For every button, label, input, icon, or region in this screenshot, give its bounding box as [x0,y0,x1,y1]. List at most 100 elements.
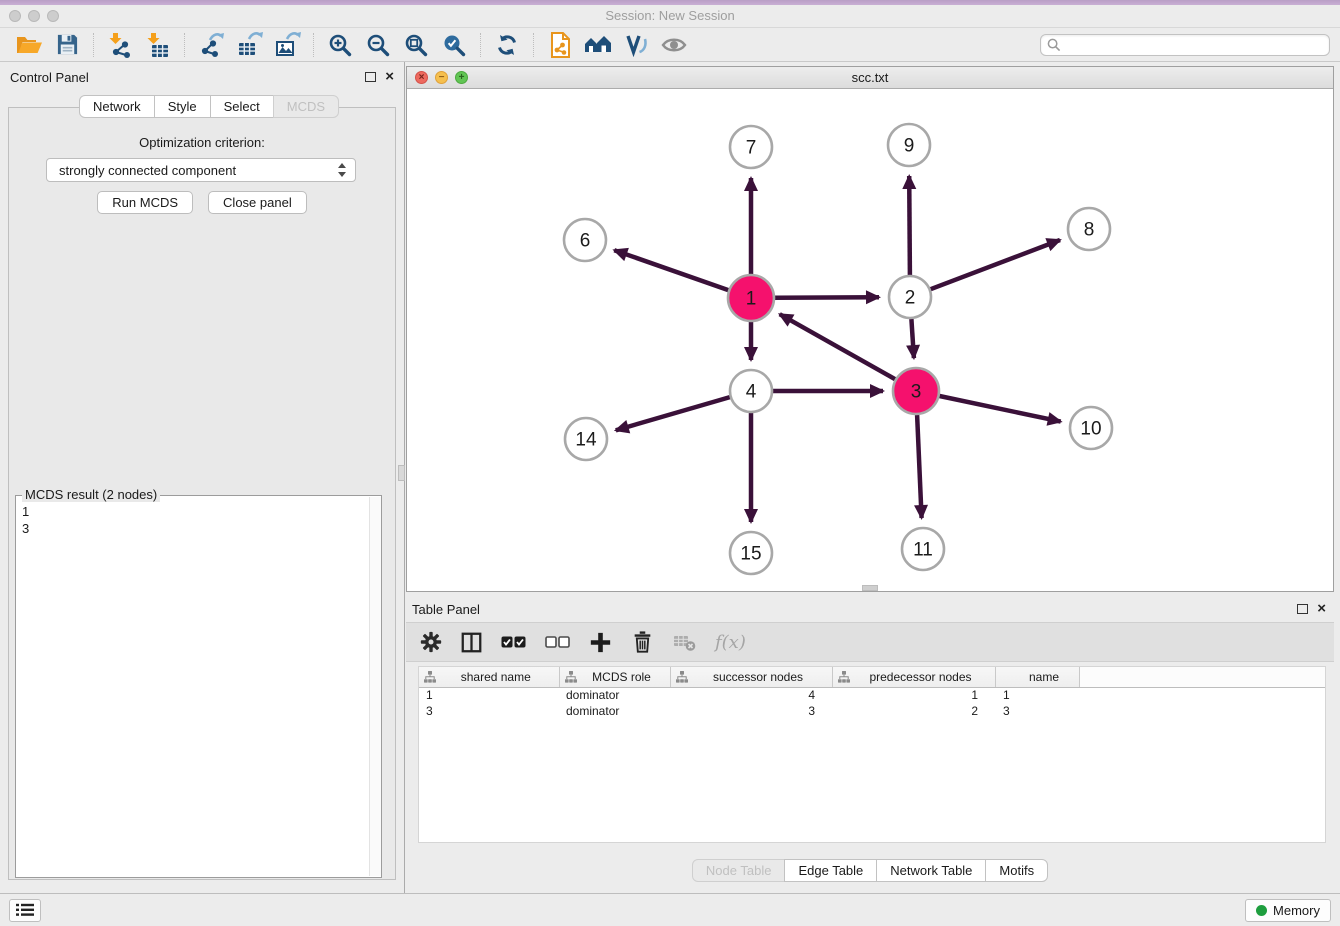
hide-selected-button[interactable] [617,30,655,60]
network-view-title: scc.txt [852,70,889,85]
close-window-icon[interactable] [9,10,21,22]
tab-edge-table[interactable]: Edge Table [784,859,877,882]
graph-node-label: 10 [1080,419,1101,440]
graph-node-label: 14 [575,430,597,451]
tab-style[interactable]: Style [154,95,211,118]
tab-mcds[interactable]: MCDS [273,95,339,118]
criterion-select[interactable]: strongly connected component [46,158,356,182]
graph-edge-2-3[interactable] [911,319,914,358]
table-cell[interactable]: dominator [559,703,670,719]
table-cell[interactable]: 1 [419,687,559,703]
select-all-button[interactable] [501,633,526,651]
fx-icon: f(x) [715,632,746,653]
column-type-icon [838,671,850,687]
minimize-view-icon[interactable]: − [435,71,448,84]
table-cell[interactable]: dominator [559,687,670,703]
graph-edge-1-2[interactable] [775,297,879,298]
node-table-body: 1dominator4113dominator323 [419,687,1325,719]
table-cell[interactable]: 3 [670,703,832,719]
table-cell[interactable]: 2 [832,703,995,719]
clone-network-button[interactable] [541,30,579,60]
run-mcds-button[interactable]: Run MCDS [97,191,193,214]
canvas-splitter-handle[interactable] [862,585,878,591]
task-history-button[interactable] [9,899,41,922]
zoom-fit-icon [404,33,428,57]
graph-edge-3-11[interactable] [917,415,922,518]
window-traffic-lights[interactable] [9,10,59,22]
save-session-button[interactable] [48,30,86,60]
export-table-button[interactable] [230,30,268,60]
format-columns-button[interactable] [461,632,482,653]
delete-rows-button[interactable] [631,630,654,654]
column-header-mcds-role[interactable]: MCDS role [559,667,670,687]
graph-edge-2-8[interactable] [931,240,1060,289]
mcds-result-text[interactable]: 1 3 [17,497,368,876]
maximize-view-icon[interactable]: + [455,71,468,84]
toolbar-separator [184,33,185,57]
tab-motifs[interactable]: Motifs [985,859,1048,882]
column-header-shared-name[interactable]: shared name [419,667,559,687]
zoom-selected-button[interactable] [435,30,473,60]
import-network-button[interactable] [101,30,139,60]
zoom-selected-icon [442,33,466,57]
add-row-button[interactable] [589,631,612,654]
table-row[interactable]: 3dominator323 [419,703,1325,719]
tab-network[interactable]: Network [79,95,155,118]
tab-node-table[interactable]: Node Table [692,859,786,882]
close-table-panel-icon[interactable]: × [1317,604,1326,614]
graph-edge-1-6[interactable] [614,250,728,290]
zoom-out-button[interactable] [359,30,397,60]
search-input[interactable] [1061,37,1323,53]
refresh-view-button[interactable] [488,30,526,60]
function-builder-button[interactable]: f(x) [715,632,746,653]
graph-edge-3-10[interactable] [940,396,1061,422]
column-header-predecessor-nodes[interactable]: predecessor nodes [832,667,995,687]
gear-icon [420,631,442,653]
tab-network-table[interactable]: Network Table [876,859,986,882]
open-session-button[interactable] [10,30,48,60]
table-cell[interactable]: 3 [419,703,559,719]
table-row[interactable]: 1dominator411 [419,687,1325,703]
result-scrollbar[interactable] [369,497,381,876]
network-graph[interactable]: 7968124314101511 [407,89,1333,591]
table-cell[interactable]: 3 [995,703,1079,719]
close-panel-icon[interactable]: × [385,72,394,82]
minimize-window-icon[interactable] [28,10,40,22]
table-cell[interactable]: 1 [832,687,995,703]
graph-node-label: 2 [905,288,916,309]
close-view-icon[interactable]: × [415,71,428,84]
open-folder-icon [16,33,43,56]
zoom-in-button[interactable] [321,30,359,60]
import-table-button[interactable] [139,30,177,60]
header-filler [1079,667,1325,687]
column-settings-button[interactable] [420,631,442,653]
task-list-icon [16,903,34,917]
node-table: shared name MCDS role successor nodes pr… [418,666,1326,843]
graph-edge-4-14[interactable] [616,397,730,430]
export-image-button[interactable] [268,30,306,60]
zoom-fit-button[interactable] [397,30,435,60]
first-neighbors-button[interactable] [579,30,617,60]
memory-button[interactable]: Memory [1245,899,1331,922]
zoom-out-icon [366,33,390,57]
network-canvas[interactable]: 7968124314101511 [407,89,1333,591]
network-window-titlebar[interactable]: × − + scc.txt [407,67,1333,89]
deselect-all-button[interactable] [545,633,570,651]
table-cell[interactable]: 4 [670,687,832,703]
panel-splitter-handle[interactable] [398,465,405,481]
graph-edge-2-9[interactable] [909,176,910,275]
destroy-table-button[interactable] [673,632,696,652]
column-header-successor-nodes[interactable]: successor nodes [670,667,832,687]
tab-select[interactable]: Select [210,95,274,118]
column-header-name[interactable]: name [995,667,1079,687]
export-network-button[interactable] [192,30,230,60]
float-table-panel-icon[interactable] [1297,604,1308,614]
float-panel-icon[interactable] [365,72,376,82]
graph-edge-3-1[interactable] [780,314,895,379]
table-cell[interactable]: 1 [995,687,1079,703]
show-graphics-details-button[interactable] [655,30,693,60]
zoom-window-icon[interactable] [47,10,59,22]
search-box[interactable] [1040,34,1330,56]
close-panel-button[interactable]: Close panel [208,191,307,214]
main-toolbar [0,28,1340,62]
